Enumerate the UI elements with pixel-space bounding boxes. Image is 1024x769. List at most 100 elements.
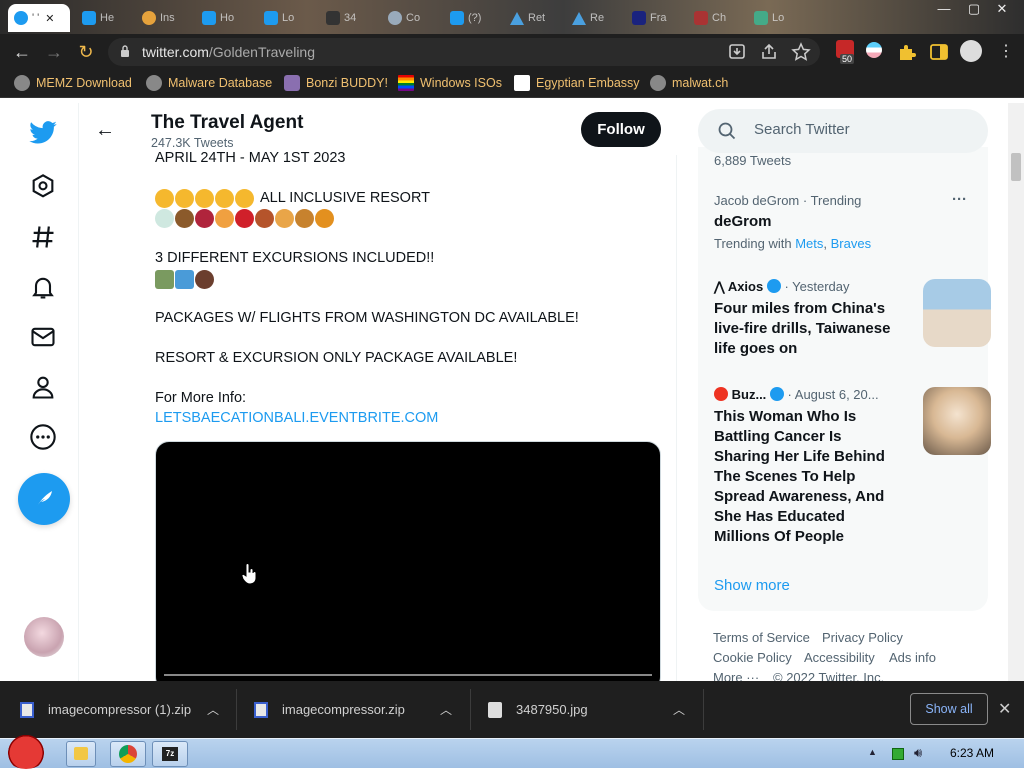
search-box[interactable]: Search Twitter (698, 109, 988, 153)
more-options-icon[interactable] (29, 423, 57, 451)
footer-copyright: © 2022 Twitter, Inc. (773, 670, 885, 681)
bookmark-label: Windows ISOs (420, 76, 502, 90)
footer-terms-link[interactable]: Terms of Service (713, 630, 810, 645)
back-button[interactable]: ← (10, 40, 34, 64)
bookmark-label: Egyptian Embassy (536, 76, 640, 90)
browser-tab[interactable]: Fra (626, 4, 673, 32)
taskbar-clock[interactable]: 6:23 AM (950, 746, 994, 760)
address-bar[interactable]: twitter.com/GoldenTraveling (108, 38, 820, 66)
browser-tab-active[interactable]: ' ' ✕ (8, 4, 70, 32)
footer-privacy-link[interactable]: Privacy Policy (822, 630, 903, 645)
news-item-axios[interactable]: ⋀ Axios · Yesterday Four miles from Chin… (698, 267, 991, 367)
related-trend-mets[interactable]: Mets (795, 236, 823, 251)
show-more-link[interactable]: Show more (714, 577, 790, 594)
download-filename: imagecompressor.zip (282, 702, 405, 717)
messages-envelope-icon[interactable] (29, 323, 57, 351)
browser-tab[interactable]: He (76, 4, 120, 32)
show-all-downloads-button[interactable]: Show all (910, 693, 988, 725)
cocktail-emoji-icon (155, 209, 174, 228)
account-avatar[interactable] (24, 617, 64, 657)
chevron-up-icon[interactable]: ︿ (673, 701, 685, 718)
browser-tab[interactable]: Re (566, 4, 610, 32)
trend-item[interactable]: Jacob deGrom · Trending deGrom Trending … (698, 181, 988, 251)
related-trend-braves[interactable]: Braves (831, 236, 871, 251)
bookmark-bonzi-buddy[interactable]: Bonzi BUDDY! (284, 75, 388, 91)
extension-badge: 50 (840, 54, 855, 64)
browser-tab[interactable]: 34 (320, 4, 362, 32)
volume-icon[interactable]: 🔊︎ (914, 745, 922, 761)
tab-label: Lo (282, 12, 295, 24)
footer-more-link[interactable]: More ··· (713, 670, 759, 681)
chevron-up-icon[interactable]: ︿ (440, 701, 452, 718)
right-sidebar: 6,889 Tweets Jacob deGrom · Trending deG… (678, 103, 1024, 681)
browser-tab[interactable]: Ins (136, 4, 181, 32)
news-item-buzzfeed[interactable]: Buz... · August 6, 20... This Woman Who … (698, 375, 991, 555)
browser-tab[interactable]: Ch (688, 4, 732, 32)
zip-file-icon (254, 701, 268, 718)
bookmark-star-icon[interactable] (790, 41, 812, 63)
footer-accessibility-link[interactable]: Accessibility (804, 650, 875, 665)
close-download-bar-button[interactable]: ✕ (998, 699, 1011, 719)
extensions-puzzle-icon[interactable] (896, 41, 918, 63)
install-app-icon[interactable] (726, 41, 748, 63)
page-scrollbar[interactable] (1008, 103, 1024, 681)
bookmark-malwatch[interactable]: malwat.ch (650, 75, 728, 91)
profile-extension-icon[interactable] (866, 42, 882, 58)
tab-label: Ch (712, 12, 727, 24)
profile-person-icon[interactable] (29, 373, 57, 401)
bookmark-memz[interactable]: MEMZ Download (14, 75, 132, 91)
scrollbar-thumb[interactable] (1011, 153, 1021, 181)
boat-emoji-icon (175, 270, 194, 289)
tray-expand-icon[interactable]: ▲ (868, 747, 877, 757)
tab-label: Co (406, 12, 421, 24)
footer-cookie-link[interactable]: Cookie Policy (713, 650, 792, 665)
trend-more-button[interactable]: ··· (952, 191, 967, 208)
twitter-logo-icon[interactable] (28, 117, 58, 147)
browser-tab[interactable]: Co (382, 4, 426, 32)
tweet-dates: APRIL 24TH - MAY 1ST 2023 (155, 150, 346, 166)
tab-close-icon[interactable]: ✕ (45, 12, 54, 25)
close-window-button[interactable]: ✕ (988, 0, 1016, 18)
follow-button[interactable]: Follow (581, 112, 661, 147)
explore-icon[interactable] (29, 173, 57, 201)
browser-tab[interactable]: Ho (196, 4, 240, 32)
taskbar-7zip[interactable]: 7z (152, 741, 188, 767)
reload-button[interactable]: ↻ (74, 40, 98, 64)
share-icon[interactable] (758, 41, 780, 63)
taskbar-chrome[interactable] (110, 741, 146, 767)
compose-tweet-button[interactable] (18, 473, 70, 525)
download-item[interactable]: imagecompressor.zip (254, 681, 444, 738)
bookmark-windows-isos[interactable]: Windows ISOs (398, 75, 502, 91)
hashtag-icon[interactable] (29, 223, 57, 251)
browser-tab[interactable]: Lo (258, 4, 300, 32)
bookmark-malware-database[interactable]: Malware Database (146, 75, 272, 91)
buzzfeed-logo-icon (714, 387, 728, 401)
chrome-menu-button[interactable]: ⋮ (994, 40, 1018, 64)
travel-emoji-row (155, 270, 214, 290)
forward-button[interactable]: → (42, 40, 66, 64)
maximize-button[interactable]: ▢ (960, 0, 988, 18)
tweet-video-player[interactable] (155, 441, 661, 681)
footer-ads-info-link[interactable]: Ads info (889, 650, 936, 665)
video-progress-bar[interactable] (164, 674, 652, 676)
back-arrow-icon[interactable]: ← (95, 119, 115, 142)
download-item[interactable]: imagecompressor (1).zip (20, 681, 230, 738)
chrome-icon (119, 745, 137, 763)
battery-icon[interactable] (892, 748, 904, 760)
browser-tab[interactable]: Ret (504, 4, 551, 32)
taskbar-explorer[interactable] (66, 741, 96, 767)
twitter-favicon-icon (82, 11, 96, 25)
download-item[interactable]: 3487950.jpg (488, 681, 678, 738)
eventbrite-link[interactable]: LETSBAECATIONBALI.EVENTBRITE.COM (155, 410, 438, 426)
start-button-angry-bird-icon[interactable] (4, 733, 48, 769)
browser-toolbar: ← → ↻ twitter.com/GoldenTraveling 50 ⋮ (0, 34, 1024, 70)
chevron-up-icon[interactable]: ︿ (207, 701, 219, 718)
minimize-button[interactable]: — (930, 0, 958, 18)
notifications-bell-icon[interactable] (29, 273, 57, 301)
browser-tab[interactable]: (?) (444, 4, 487, 32)
bookmark-egyptian-embassy[interactable]: Egyptian Embassy (514, 75, 640, 91)
browser-tab[interactable]: Lo (748, 4, 790, 32)
trend-separator: , (823, 236, 827, 251)
profile-avatar-icon[interactable] (960, 40, 982, 62)
side-panel-icon[interactable] (928, 41, 950, 63)
